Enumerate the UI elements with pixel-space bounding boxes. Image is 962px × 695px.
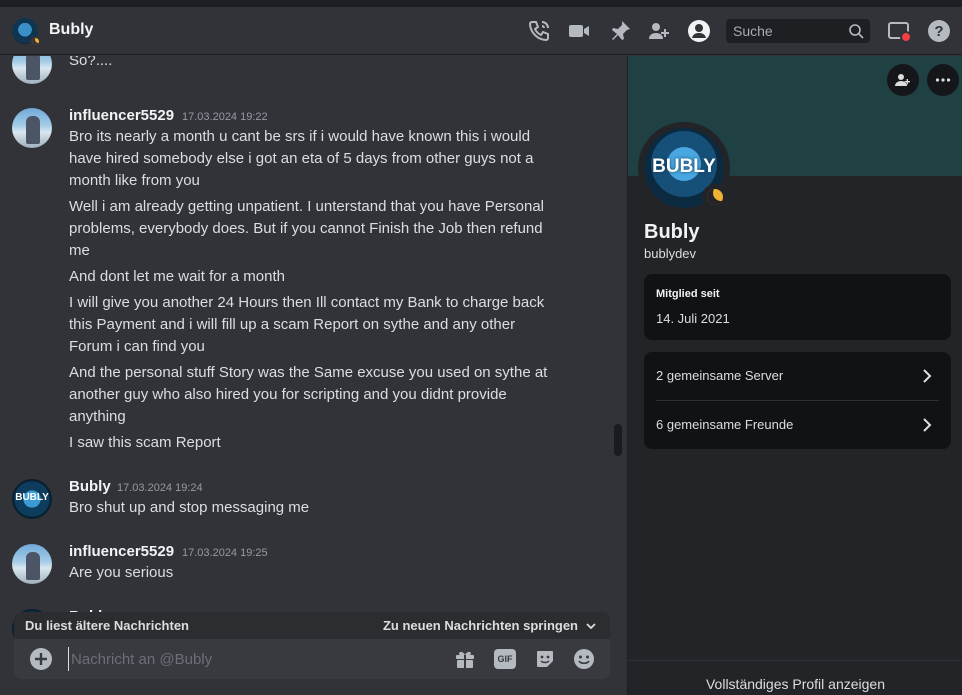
mutuals-card: 2 gemeinsame Server 6 gemeinsame Freunde: [644, 352, 951, 449]
profile-display-name: Bubly: [644, 221, 700, 243]
avatar[interactable]: [12, 56, 52, 84]
svg-text:?: ?: [934, 23, 943, 40]
message-composer: GIF: [14, 639, 610, 679]
channel-header: Bubly ?: [0, 7, 962, 55]
avatar[interactable]: [12, 544, 52, 584]
member-since-card: Mitglied seit 14. Juli 2021: [644, 274, 951, 340]
idle-status-icon: [702, 184, 728, 210]
message-text: Are you serious: [69, 564, 174, 581]
scrollbar-thumb[interactable]: [614, 424, 622, 456]
search-box[interactable]: [726, 19, 870, 43]
message-text: Bro its nearly a month u cant be srs if …: [69, 128, 534, 189]
pin-icon[interactable]: [608, 19, 632, 43]
profile-avatar[interactable]: BUBLY: [638, 122, 730, 214]
user-profile-panel: BUBLY Bubly bublydev Mitglied seit 14. J…: [627, 56, 962, 695]
message-text: And dont let me wait for a month: [69, 268, 285, 285]
timestamp: 17.03.2024 19:22: [182, 111, 268, 123]
jump-to-new-button[interactable]: Zu neuen Nachrichten springen: [383, 618, 578, 633]
message-text: So?....: [69, 56, 113, 69]
mutual-servers-label: 2 gemeinsame Server: [656, 368, 784, 383]
timestamp: 17.03.2024 19:24: [117, 482, 203, 494]
emoji-icon[interactable]: [573, 648, 595, 670]
voice-call-icon[interactable]: [527, 19, 551, 43]
message-text: I saw this scam Report: [69, 434, 221, 451]
older-messages-label: Du liest ältere Nachrichten: [25, 618, 189, 633]
video-call-icon[interactable]: [567, 19, 591, 43]
mutual-servers-row[interactable]: 2 gemeinsame Server: [644, 352, 951, 400]
help-icon[interactable]: ?: [927, 19, 951, 43]
mutual-friends-label: 6 gemeinsame Freunde: [656, 417, 794, 432]
search-input[interactable]: [726, 19, 846, 43]
member-since-date: 14. Juli 2021: [656, 311, 730, 326]
message-list: So?.... influencer5529 17.03.2024 19:22 …: [0, 56, 626, 695]
chat-scrollbar[interactable]: [614, 56, 622, 636]
add-friends-icon[interactable]: [647, 19, 671, 43]
window-top-strip: [0, 0, 962, 7]
timestamp: 17.03.2024 19:25: [182, 547, 268, 559]
message-input[interactable]: [68, 647, 438, 671]
message-group: influencer5529 17.03.2024 19:22 Bro its …: [0, 106, 610, 456]
chevron-right-icon: [917, 415, 937, 435]
profile-username: bublydev: [644, 246, 697, 261]
header-avatar[interactable]: [12, 18, 41, 47]
message-group: BUBLY Bubly 17.03.2024 19:24 Bro shut up…: [0, 477, 610, 527]
message-text: Well i am already getting unpatient. I u…: [69, 198, 545, 259]
add-friend-icon[interactable]: [887, 64, 919, 96]
gif-button[interactable]: GIF: [494, 649, 516, 669]
older-messages-bar[interactable]: Du liest ältere Nachrichten Zu neuen Nac…: [14, 612, 610, 640]
message-partial-top: So?....: [0, 56, 610, 84]
inbox-icon[interactable]: [887, 19, 911, 43]
chevron-down-icon[interactable]: [584, 619, 598, 633]
avatar[interactable]: [12, 108, 52, 148]
message-text: And the personal stuff Story was the Sam…: [69, 364, 548, 425]
avatar[interactable]: BUBLY: [12, 479, 52, 519]
username[interactable]: influencer5529: [69, 543, 174, 560]
username[interactable]: Bubly: [69, 478, 111, 495]
dm-title: Bubly: [49, 21, 94, 38]
gift-icon[interactable]: [454, 648, 476, 670]
message-group: influencer5529 17.03.2024 19:25 Are you …: [0, 542, 610, 592]
add-attachment-icon[interactable]: [30, 648, 52, 670]
username[interactable]: influencer5529: [69, 107, 174, 124]
more-options-icon[interactable]: [927, 64, 959, 96]
user-profile-icon[interactable]: [687, 19, 711, 43]
view-full-profile-link[interactable]: Vollständiges Profil anzeigen: [628, 660, 962, 695]
sticker-icon[interactable]: [534, 648, 556, 670]
chevron-right-icon: [917, 366, 937, 386]
mutual-friends-row[interactable]: 6 gemeinsame Freunde: [644, 401, 951, 449]
member-since-label: Mitglied seit: [656, 288, 720, 300]
idle-status-icon: [30, 36, 41, 47]
search-icon[interactable]: [848, 23, 864, 39]
message-text: Bro shut up and stop messaging me: [69, 499, 310, 516]
message-text: I will give you another 24 Hours then Il…: [69, 294, 545, 355]
